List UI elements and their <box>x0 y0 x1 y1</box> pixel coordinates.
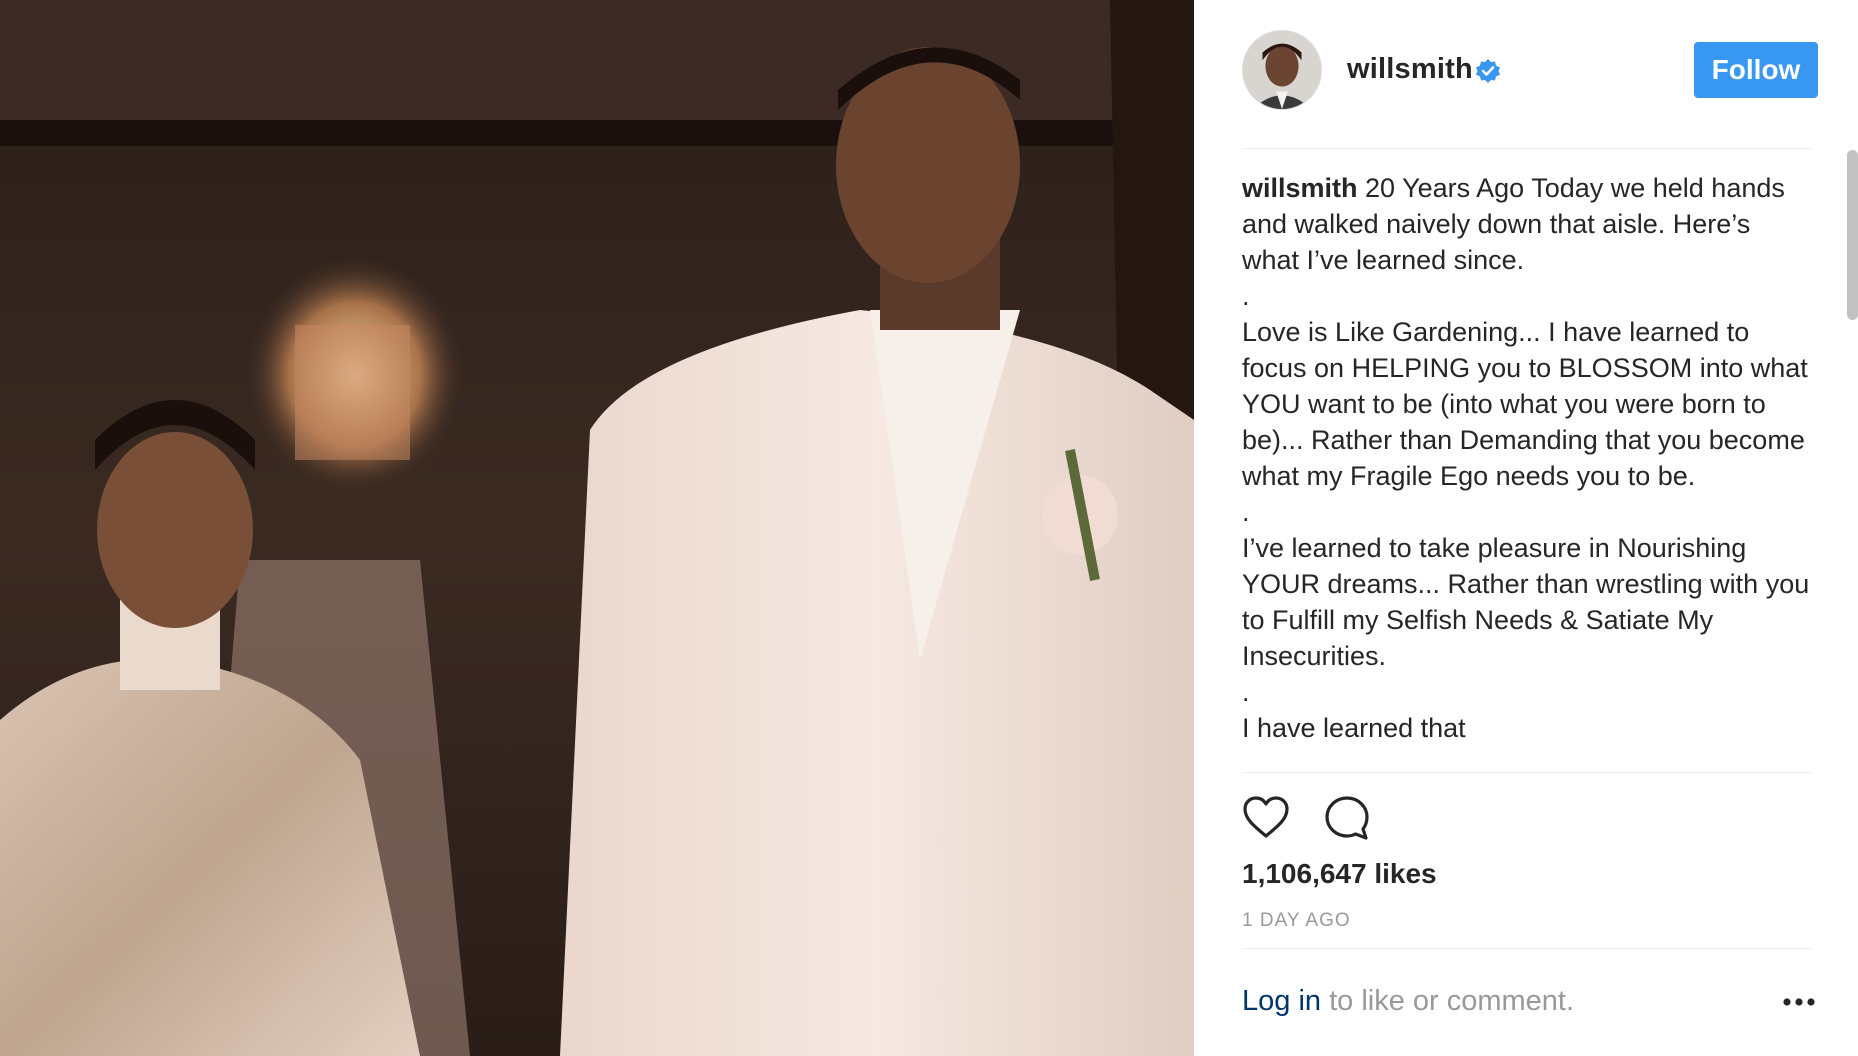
caption-separator: . <box>1242 281 1250 311</box>
caption-scrollbar[interactable] <box>1844 150 1858 380</box>
caption-author[interactable]: willsmith <box>1242 173 1358 203</box>
caption-text: I have learned that <box>1242 713 1466 743</box>
caption-separator: . <box>1242 497 1250 527</box>
avatar[interactable] <box>1242 30 1322 110</box>
divider <box>1242 948 1812 949</box>
verified-badge-icon <box>1476 59 1500 83</box>
caption-paragraph: willsmith 20 Years Ago Today we held han… <box>1242 170 1812 278</box>
login-prompt-text: to like or comment. <box>1321 985 1575 1017</box>
divider <box>1242 772 1812 773</box>
caption-text: I’ve learned to take pleasure in Nourish… <box>1242 533 1810 671</box>
comment-bubble-icon[interactable] <box>1324 795 1370 841</box>
post-details-panel: willsmith Follow willsmith 20 Years Ago … <box>1194 0 1858 1056</box>
caption-separator: . <box>1242 677 1250 707</box>
like-count[interactable]: 1,106,647 likes <box>1242 858 1437 890</box>
wedding-photo-image <box>0 0 1194 1056</box>
post-photo[interactable] <box>0 0 1194 1056</box>
heart-icon[interactable] <box>1242 795 1290 839</box>
login-prompt: Log in to like or comment. <box>1242 985 1574 1018</box>
more-options-icon[interactable] <box>1782 990 1816 1014</box>
profile-photo-icon <box>1243 31 1321 109</box>
scrollbar-thumb[interactable] <box>1847 150 1858 320</box>
post-timestamp[interactable]: 1 DAY AGO <box>1242 910 1351 932</box>
caption-text: Love is Like Gardening... I have learned… <box>1242 317 1808 491</box>
username[interactable]: willsmith <box>1347 53 1473 86</box>
post-caption: willsmith 20 Years Ago Today we held han… <box>1242 170 1812 770</box>
follow-button[interactable]: Follow <box>1694 42 1818 98</box>
login-link[interactable]: Log in <box>1242 985 1321 1017</box>
